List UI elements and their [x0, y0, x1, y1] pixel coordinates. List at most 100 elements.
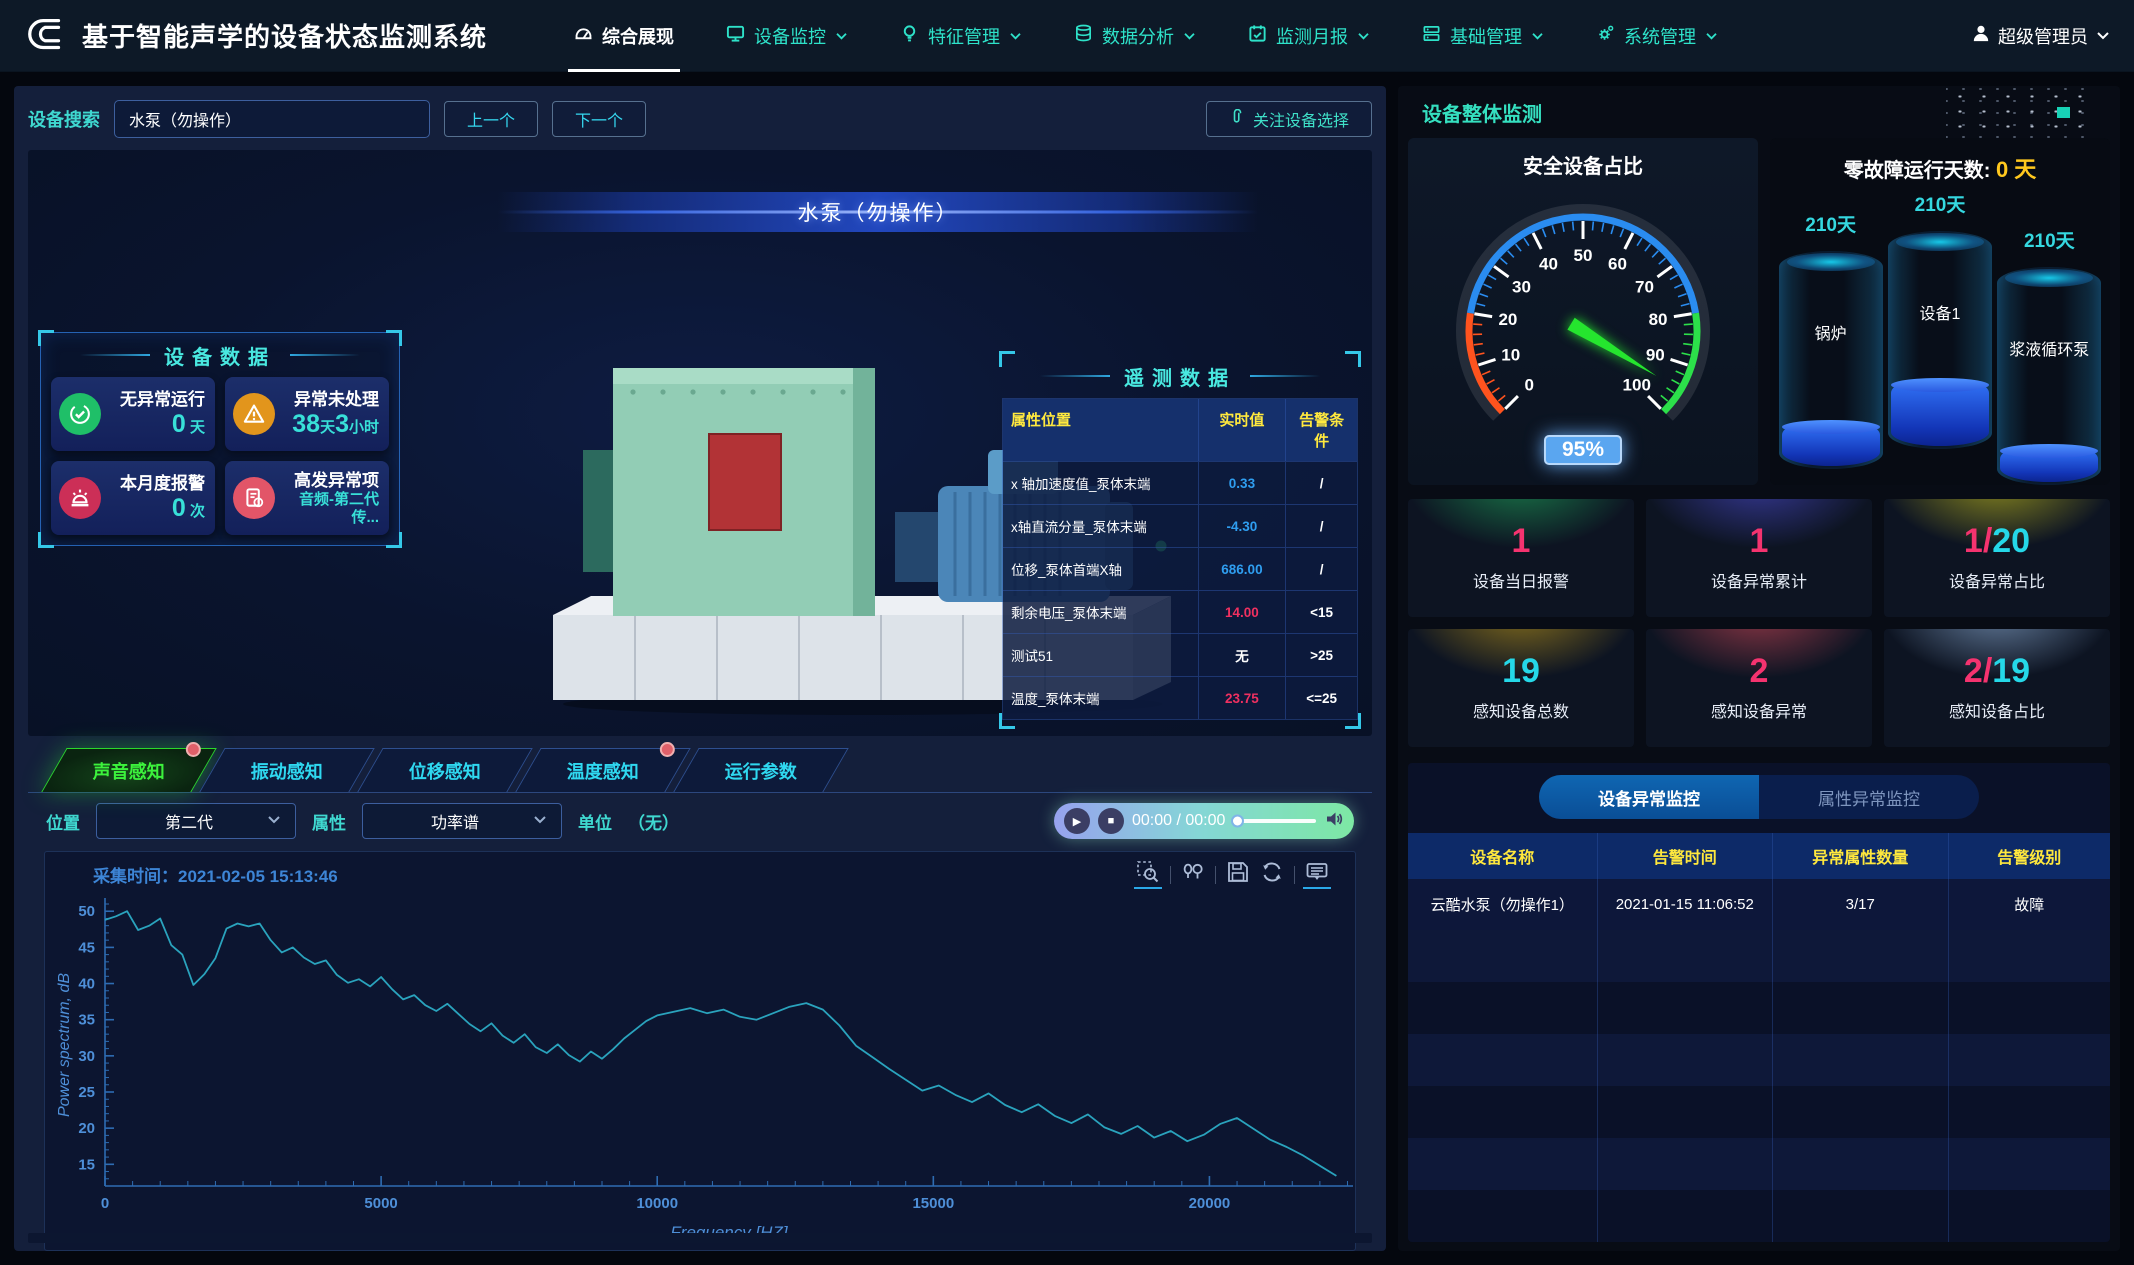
svg-text:5000: 5000	[364, 1195, 397, 1212]
capture-time: 采集时间：2021-02-05 15:13:46	[93, 862, 338, 887]
monitor-tab-1[interactable]: 设备异常监控	[1539, 775, 1759, 819]
alarm-table-header-row: 设备名称告警时间异常属性数量告警级别	[1408, 833, 2110, 879]
stat-label: 设备异常占比	[1949, 568, 2045, 592]
search-input[interactable]	[114, 100, 430, 138]
alarm-table-cell	[1773, 1190, 1949, 1242]
telemetry-header-cell: 属性位置	[1003, 399, 1198, 461]
telemetry-realtime-value: -4.30	[1198, 505, 1287, 547]
telemetry-alarm-condition: <15	[1286, 591, 1357, 633]
telemetry-realtime-value: 无	[1198, 634, 1287, 676]
file-alert-icon	[233, 477, 275, 519]
alarm-table-cell	[1408, 1190, 1598, 1242]
device-data-card-label: 本月度报警	[109, 473, 205, 494]
cylinder-liquid	[1782, 427, 1880, 466]
chevron-down-icon	[1183, 25, 1196, 46]
nav-item-5[interactable]: 监测月报	[1248, 0, 1370, 72]
bulb-icon	[900, 24, 919, 48]
stat-label: 感知设备占比	[1949, 698, 2045, 722]
player-progress-knob[interactable]	[1231, 815, 1244, 828]
device-search-row: 设备搜索 上一个 下一个 关注设备选择	[28, 96, 1372, 142]
next-device-button[interactable]: 下一个	[552, 101, 646, 137]
svg-text:25: 25	[78, 1084, 95, 1101]
svg-text:35: 35	[78, 1012, 95, 1029]
alarm-table-cell	[1949, 1190, 2110, 1242]
telemetry-realtime-value: 14.00	[1198, 591, 1287, 633]
play-button[interactable]: ▶	[1064, 808, 1090, 834]
speaker-icon[interactable]	[1324, 809, 1344, 834]
stop-button[interactable]: ■	[1098, 808, 1124, 834]
monitor-tab-2[interactable]: 属性异常监控	[1759, 775, 1979, 819]
zoom-select-icon[interactable]	[1136, 860, 1160, 889]
sense-tab-4[interactable]: 温度感知	[515, 748, 690, 792]
nav-item-1[interactable]: 综合展现	[574, 0, 674, 72]
alarm-table-cell	[1949, 1138, 2110, 1190]
cylinder-days-label: 210天	[1915, 190, 1966, 217]
3d-viewport[interactable]: 水泵（勿操作）	[28, 150, 1372, 736]
player-time: 00:00 / 00:00	[1132, 812, 1225, 830]
svg-text:40: 40	[78, 976, 95, 993]
alarm-table-empty-row	[1408, 1086, 2110, 1138]
stat-value: 2/19	[1964, 654, 2030, 688]
focus-device-button[interactable]: 关注设备选择	[1206, 101, 1372, 137]
device-data-card-value: 0 天	[109, 410, 205, 439]
alarm-table-cell	[1598, 982, 1774, 1034]
main-nav: 综合展现 设备监控 特征管理 数据分析 监测月报 基础管理系统管理	[574, 0, 1718, 72]
nav-item-4[interactable]: 数据分析	[1074, 0, 1196, 72]
position-select[interactable]: 第二代	[96, 803, 296, 839]
alarm-table-row[interactable]: 云酷水泵（勿操作1）2021-01-15 11:06:523/17故障	[1408, 879, 2110, 930]
sense-tab-2[interactable]: 振动感知	[199, 748, 374, 792]
chevron-down-icon	[835, 25, 848, 46]
save-icon[interactable]	[1226, 860, 1250, 889]
zoom-reset-icon[interactable]	[1181, 860, 1205, 889]
cylinder-device-name: 浆液循环泵	[1997, 339, 2101, 363]
svg-text:15000: 15000	[912, 1195, 954, 1212]
left-panel: 设备搜索 上一个 下一个 关注设备选择 水泵（勿操作）	[14, 86, 1386, 1251]
server-icon	[1422, 24, 1441, 48]
unit-label: 单位	[578, 809, 612, 834]
alarm-table-cell	[1408, 930, 1598, 982]
svg-text:70: 70	[1635, 277, 1654, 296]
attribute-select[interactable]: 功率谱	[362, 803, 562, 839]
refresh-icon[interactable]	[1260, 860, 1284, 889]
cylinder-liquid	[2000, 451, 2098, 482]
dots-decoration	[1946, 86, 2096, 138]
overall-monitor-title: 设备整体监测	[1422, 98, 1542, 127]
telemetry-alarm-condition: /	[1286, 548, 1357, 590]
alarm-table-cell	[1598, 1034, 1774, 1086]
telemetry-attr-name: 温度_泵体末端	[1003, 677, 1198, 719]
device-data-title: 设备数据	[51, 333, 389, 377]
sense-tab-1[interactable]: 声音感知	[41, 748, 216, 792]
alarm-table-cell	[1773, 982, 1949, 1034]
spectrum-chart-card: 采集时间：2021-02-05 15:13:46 050001000015000…	[44, 851, 1356, 1251]
sense-tab-3[interactable]: 位移感知	[357, 748, 532, 792]
user-menu[interactable]: 超级管理员	[1972, 23, 2110, 49]
nav-item-label: 监测月报	[1276, 23, 1348, 49]
telemetry-row: 位移_泵体首端X轴686.00/	[1003, 547, 1357, 590]
svg-text:90: 90	[1646, 345, 1665, 364]
nav-item-label: 设备监控	[754, 23, 826, 49]
data-view-icon[interactable]	[1305, 860, 1329, 889]
chevron-down-icon	[1531, 25, 1544, 46]
device-data-card: 本月度报警0 次	[51, 461, 215, 535]
nav-item-2[interactable]: 设备监控	[726, 0, 848, 72]
telemetry-alarm-condition: /	[1286, 462, 1357, 504]
position-label: 位置	[46, 809, 80, 834]
player-progress-slider[interactable]	[1233, 819, 1316, 823]
report-icon	[1248, 24, 1267, 48]
alarm-table-cell	[1773, 1086, 1949, 1138]
nav-item-6[interactable]: 基础管理	[1422, 0, 1544, 72]
sense-tab-5[interactable]: 运行参数	[673, 748, 848, 792]
alarm-table-cell	[1408, 982, 1598, 1034]
svg-text:Power spectrum, dB: Power spectrum, dB	[56, 973, 73, 1117]
nav-item-label: 特征管理	[928, 23, 1000, 49]
alarm-table-cell	[1773, 1034, 1949, 1086]
stat-card: 1/20设备异常占比	[1884, 499, 2110, 617]
svg-text:100: 100	[1623, 376, 1651, 395]
right-panel: 设备整体监测 安全设备占比 0102030405060708090100 95%…	[1398, 86, 2120, 1251]
nav-item-label: 数据分析	[1102, 23, 1174, 49]
device-data-card-value: 音频-第二代传...	[283, 491, 379, 526]
nav-item-7[interactable]: 系统管理	[1596, 0, 1718, 72]
prev-device-button[interactable]: 上一个	[444, 101, 538, 137]
svg-text:0: 0	[101, 1195, 109, 1212]
nav-item-3[interactable]: 特征管理	[900, 0, 1022, 72]
